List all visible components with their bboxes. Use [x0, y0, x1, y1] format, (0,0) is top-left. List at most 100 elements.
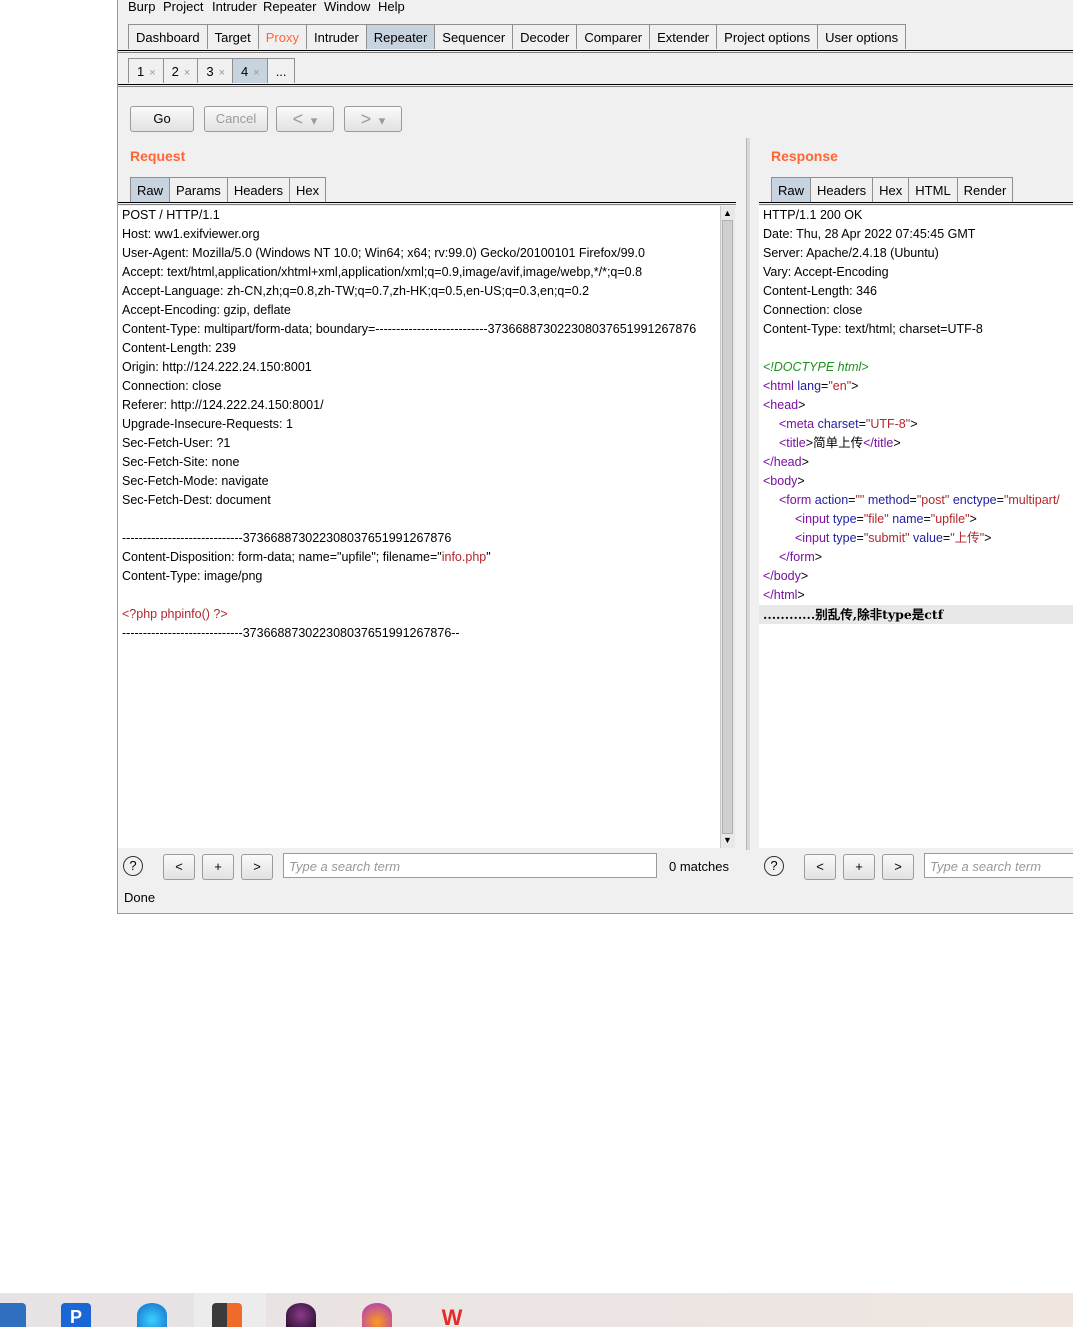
tab-extender[interactable]: Extender	[649, 24, 718, 49]
request-line-text: "	[486, 550, 491, 564]
forward-button[interactable]: > ▾	[344, 106, 402, 132]
firefox-icon[interactable]	[362, 1303, 392, 1327]
repeater-tab-3[interactable]: 3 ×	[197, 58, 234, 83]
close-icon[interactable]: ×	[253, 67, 259, 79]
response-subtabs: Raw Headers Hex HTML Render	[771, 177, 1014, 202]
response-line: Date: Thu, 28 Apr 2022 07:45:45 GMT	[763, 227, 976, 241]
response-tab-render[interactable]: Render	[956, 177, 1014, 202]
scroll-down-icon[interactable]: ▼	[723, 835, 732, 845]
tab-repeater[interactable]: Repeater	[365, 24, 436, 49]
request-subtabs: Raw Params Headers Hex	[130, 177, 327, 202]
menu-window[interactable]: Window	[324, 0, 370, 14]
request-tab-headers[interactable]: Headers	[226, 177, 290, 202]
title-text: 简单上传	[813, 436, 864, 450]
search-prev-button[interactable]: <	[163, 854, 195, 880]
response-line: Server: Apache/2.4.18 (Ubuntu)	[763, 246, 939, 260]
tab-comparer[interactable]: Comparer	[576, 24, 651, 49]
tab-intruder[interactable]: Intruder	[305, 24, 367, 49]
tab-user-options[interactable]: User options	[817, 24, 907, 49]
repeater-tab-bar: 1 × 2 × 3 × 4 × ...	[128, 58, 295, 83]
tab-proxy[interactable]: Proxy	[257, 24, 307, 49]
request-line: -----------------------------37366887302…	[122, 626, 460, 640]
pane-splitter[interactable]	[746, 138, 750, 850]
menu-repeater[interactable]: Repeater	[263, 0, 316, 14]
tab-decoder[interactable]: Decoder	[512, 24, 578, 49]
request-tab-raw[interactable]: Raw	[130, 177, 171, 202]
tab-divider	[118, 50, 1073, 51]
menu-burp[interactable]: Burp	[128, 0, 155, 14]
response-line-input-file: <input type="file" name="upfile">	[795, 512, 977, 526]
repeater-tab-label: 3	[206, 64, 214, 79]
response-tab-raw[interactable]: Raw	[771, 177, 812, 202]
repeater-tab-1[interactable]: 1 ×	[128, 58, 164, 83]
p-app-icon[interactable]: P	[61, 1303, 91, 1327]
response-title: Response	[771, 148, 838, 164]
response-line-meta: <meta charset="UTF-8">	[779, 417, 918, 431]
input2-value: 上传	[954, 531, 980, 545]
response-line-html: <html lang="en">	[763, 379, 859, 393]
request-line: User-Agent: Mozilla/5.0 (Windows NT 10.0…	[122, 246, 645, 260]
help-icon[interactable]: ?	[764, 856, 784, 876]
response-tab-headers[interactable]: Headers	[810, 177, 874, 202]
menu-project[interactable]: Project	[163, 0, 203, 14]
edge-browser-icon[interactable]	[137, 1303, 167, 1327]
menu-help[interactable]: Help	[378, 0, 405, 14]
request-line: Content-Type: image/png	[122, 569, 263, 583]
request-line: Upgrade-Insecure-Requests: 1	[122, 417, 293, 431]
go-button[interactable]: Go	[130, 106, 194, 132]
close-icon[interactable]: ×	[184, 67, 190, 79]
response-editor[interactable]: HTTP/1.1 200 OK Date: Thu, 28 Apr 2022 0…	[759, 206, 1073, 848]
request-search-input[interactable]: Type a search term	[283, 853, 657, 878]
tab-dashboard[interactable]: Dashboard	[128, 24, 208, 49]
search-add-button[interactable]: +	[843, 854, 875, 880]
menu-bar: Burp Project Intruder Repeater Window He…	[118, 0, 1073, 16]
form-enctype: multipart/	[1008, 493, 1060, 507]
repeater-tab-new[interactable]: ...	[266, 58, 295, 83]
close-icon[interactable]: ×	[149, 67, 155, 79]
close-icon[interactable]: ×	[219, 67, 225, 79]
scroll-thumb[interactable]	[722, 220, 733, 834]
request-title: Request	[130, 148, 186, 164]
status-text: Done	[124, 890, 156, 905]
dropdown-arrow-icon: ▾	[378, 113, 386, 128]
form-method: post	[921, 493, 945, 507]
repeater-tab-4[interactable]: 4 ×	[232, 58, 268, 83]
tab-sequencer[interactable]: Sequencer	[434, 24, 514, 49]
search-add-button[interactable]: +	[202, 854, 234, 880]
input1-name: upfile	[935, 512, 966, 526]
back-button[interactable]: < ▾	[276, 106, 334, 132]
scroll-up-icon[interactable]: ▲	[723, 208, 732, 218]
forward-arrow-icon: >	[360, 109, 372, 129]
mail-app-icon[interactable]	[0, 1303, 26, 1327]
burp-window: Burp Project Intruder Repeater Window He…	[117, 0, 1073, 914]
response-line: Content-Length: 346	[763, 284, 877, 298]
request-tab-hex[interactable]: Hex	[288, 177, 327, 202]
wps-office-icon[interactable]: W	[437, 1303, 467, 1330]
cancel-button[interactable]: Cancel	[204, 106, 268, 132]
request-tab-divider-shadow	[118, 204, 736, 205]
repeater-tab-divider-shadow	[118, 86, 1073, 87]
response-line: Connection: close	[763, 303, 863, 317]
response-line: HTTP/1.1 200 OK	[763, 208, 863, 222]
response-line-html-close: </html>	[763, 588, 805, 602]
response-search-input[interactable]: Type a search term	[924, 853, 1073, 878]
burp-suite-icon[interactable]	[212, 1303, 242, 1327]
menu-intruder[interactable]: Intruder	[212, 0, 257, 14]
search-prev-button[interactable]: <	[804, 854, 836, 880]
request-tab-params[interactable]: Params	[169, 177, 228, 202]
tab-target[interactable]: Target	[206, 24, 259, 49]
repeater-tab-2[interactable]: 2 ×	[162, 58, 199, 83]
search-next-button[interactable]: >	[882, 854, 914, 880]
repeater-tab-label: 1	[137, 64, 145, 79]
avatar-app-icon[interactable]	[286, 1303, 316, 1327]
response-tab-html[interactable]: HTML	[908, 177, 958, 202]
response-line-body: <body>	[763, 474, 805, 488]
back-arrow-icon: <	[292, 109, 304, 129]
request-editor[interactable]: POST / HTTP/1.1 Host: ww1.exifviewer.org…	[118, 206, 720, 848]
tab-project-options[interactable]: Project options	[716, 24, 819, 49]
help-icon[interactable]: ?	[123, 856, 143, 876]
response-tab-hex[interactable]: Hex	[872, 177, 910, 202]
request-scrollbar[interactable]: ▲ ▼	[720, 206, 735, 848]
search-next-button[interactable]: >	[241, 854, 273, 880]
response-tab-divider-shadow	[759, 204, 1073, 205]
